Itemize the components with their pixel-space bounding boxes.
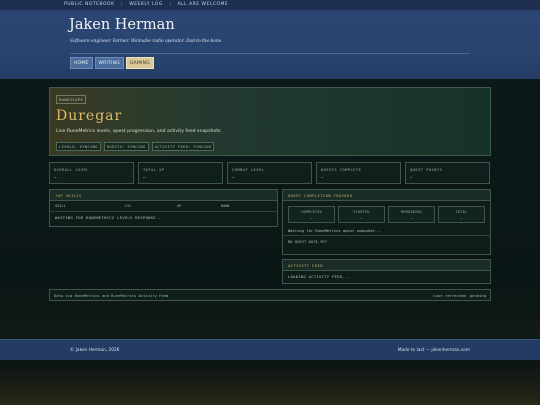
quest-box-label: REMAINING	[400, 210, 423, 214]
quest-status-message: Waiting for RuneMetrics quest snapshot..…	[283, 226, 490, 236]
site-title[interactable]: Jaken Herman	[69, 17, 175, 33]
activity-loading-message: LOADING ACTIVITY FEED...	[288, 274, 351, 279]
top-links: PUBLIC NOTEBOOK | WEEKLY LOG | ALL ARE W…	[58, 2, 234, 7]
column-header-level[interactable]: LVL	[125, 204, 177, 208]
stat-card-quests-complete: QUESTS COMPLETE —	[316, 162, 401, 184]
page-background-bottom	[0, 360, 540, 405]
stat-card-total-xp: TOTAL XP —	[138, 162, 223, 184]
status-pill-levels: LEVELS: SYNCING	[56, 142, 101, 151]
panel-title: QUEST COMPLETION TRACKER	[283, 190, 490, 201]
stat-label: OVERALL LEVEL	[54, 167, 89, 172]
stat-value: —	[232, 175, 235, 180]
stat-label: QUESTS COMPLETE	[321, 167, 362, 172]
hero-description: Live RuneMetrics levels, quest progressi…	[56, 129, 222, 134]
quest-empty-message: NO QUEST DATA YET.	[288, 239, 330, 244]
panel-title: TOP SKILLS	[50, 190, 277, 201]
activity-feed-panel: ACTIVITY FEED LOADING ACTIVITY FEED...	[282, 259, 491, 284]
stat-label: COMBAT LEVEL	[232, 167, 265, 172]
main-nav: HOME WRITING GAMING	[70, 57, 154, 69]
column-header-rank[interactable]: RANK	[221, 204, 230, 208]
status-pill-activity: ACTIVITY FEED: SYNCING	[151, 142, 215, 151]
stat-value: —	[410, 175, 413, 180]
quest-box-label: STARTED	[353, 210, 370, 214]
footer-site-link[interactable]: Made to last — jakenherman.com	[398, 348, 470, 353]
data-source-bar: Data via RuneMetrics and RuneMetrics Act…	[49, 289, 491, 301]
player-hero: RUNESCAPE Duregar Live RuneMetrics level…	[49, 87, 491, 156]
nav-tab-writing[interactable]: WRITING	[94, 57, 124, 69]
column-header-skill[interactable]: SKILL	[55, 204, 125, 208]
quest-summary-boxes: COMPLETED — STARTED — REMAINING — TOTAL …	[283, 201, 490, 226]
copyright-text: © Jaken Herman, 2026	[70, 348, 120, 353]
panel-title: ACTIVITY FEED	[283, 260, 490, 271]
quest-box-remaining: REMAINING —	[388, 206, 435, 223]
quest-box-total: TOTAL —	[438, 206, 485, 223]
game-chip: RUNESCAPE	[56, 95, 87, 104]
skills-table-header: SKILL LVL XP RANK	[50, 201, 277, 212]
site-footer: © Jaken Herman, 2026 Made to last — jake…	[0, 339, 540, 360]
stat-label: TOTAL XP	[143, 167, 165, 172]
last-refreshed-text: Last refreshed: pending	[433, 293, 486, 298]
stat-value: —	[321, 175, 324, 180]
quest-box-started: STARTED —	[338, 206, 385, 223]
stat-value: —	[143, 175, 146, 180]
stat-value: —	[54, 175, 57, 180]
stat-card-combat-level: COMBAT LEVEL —	[227, 162, 312, 184]
stat-label: QUEST POINTS	[410, 167, 443, 172]
site-tagline: Software engineer. Farmer. Wannabe radio…	[70, 39, 223, 44]
nav-tab-home[interactable]: HOME	[70, 57, 93, 69]
top-link-weekly-log[interactable]: WEEKLY LOG	[123, 2, 169, 7]
top-strip: PUBLIC NOTEBOOK | WEEKLY LOG | ALL ARE W…	[0, 0, 540, 11]
status-pill-quests: QUESTS: SYNCING	[103, 142, 149, 151]
skills-loading-message: WAITING FOR RUNEMETRICS LEVELS RESPONSE.…	[55, 215, 164, 220]
top-link-welcome[interactable]: ALL ARE WELCOME	[172, 2, 235, 7]
quest-box-completed: COMPLETED —	[288, 206, 335, 223]
stat-card-overall-level: OVERALL LEVEL —	[49, 162, 134, 184]
column-header-xp[interactable]: XP	[177, 204, 221, 208]
sync-status-pills: LEVELS: SYNCING QUESTS: SYNCING ACTIVITY…	[56, 142, 215, 151]
top-link-notebook[interactable]: PUBLIC NOTEBOOK	[58, 2, 121, 7]
stat-card-quest-points: QUEST POINTS —	[405, 162, 490, 184]
quest-box-label: TOTAL	[455, 210, 468, 214]
quest-box-label: COMPLETED	[300, 210, 323, 214]
quest-box-value: —	[310, 216, 313, 220]
header-divider	[70, 53, 470, 54]
top-skills-panel: TOP SKILLS SKILL LVL XP RANK WAITING FOR…	[49, 189, 278, 227]
stats-row: OVERALL LEVEL — TOTAL XP — COMBAT LEVEL …	[49, 162, 490, 184]
data-source-text: Data via RuneMetrics and RuneMetrics Act…	[54, 293, 169, 298]
nav-tab-gaming[interactable]: GAMING	[125, 57, 154, 69]
quest-box-value: —	[410, 216, 413, 220]
quest-box-value: —	[360, 216, 363, 220]
site-header: Jaken Herman Software engineer. Farmer. …	[0, 11, 540, 79]
player-name: Duregar	[56, 108, 123, 124]
quest-box-value: —	[460, 216, 463, 220]
quest-tracker-panel: QUEST COMPLETION TRACKER COMPLETED — STA…	[282, 189, 491, 255]
